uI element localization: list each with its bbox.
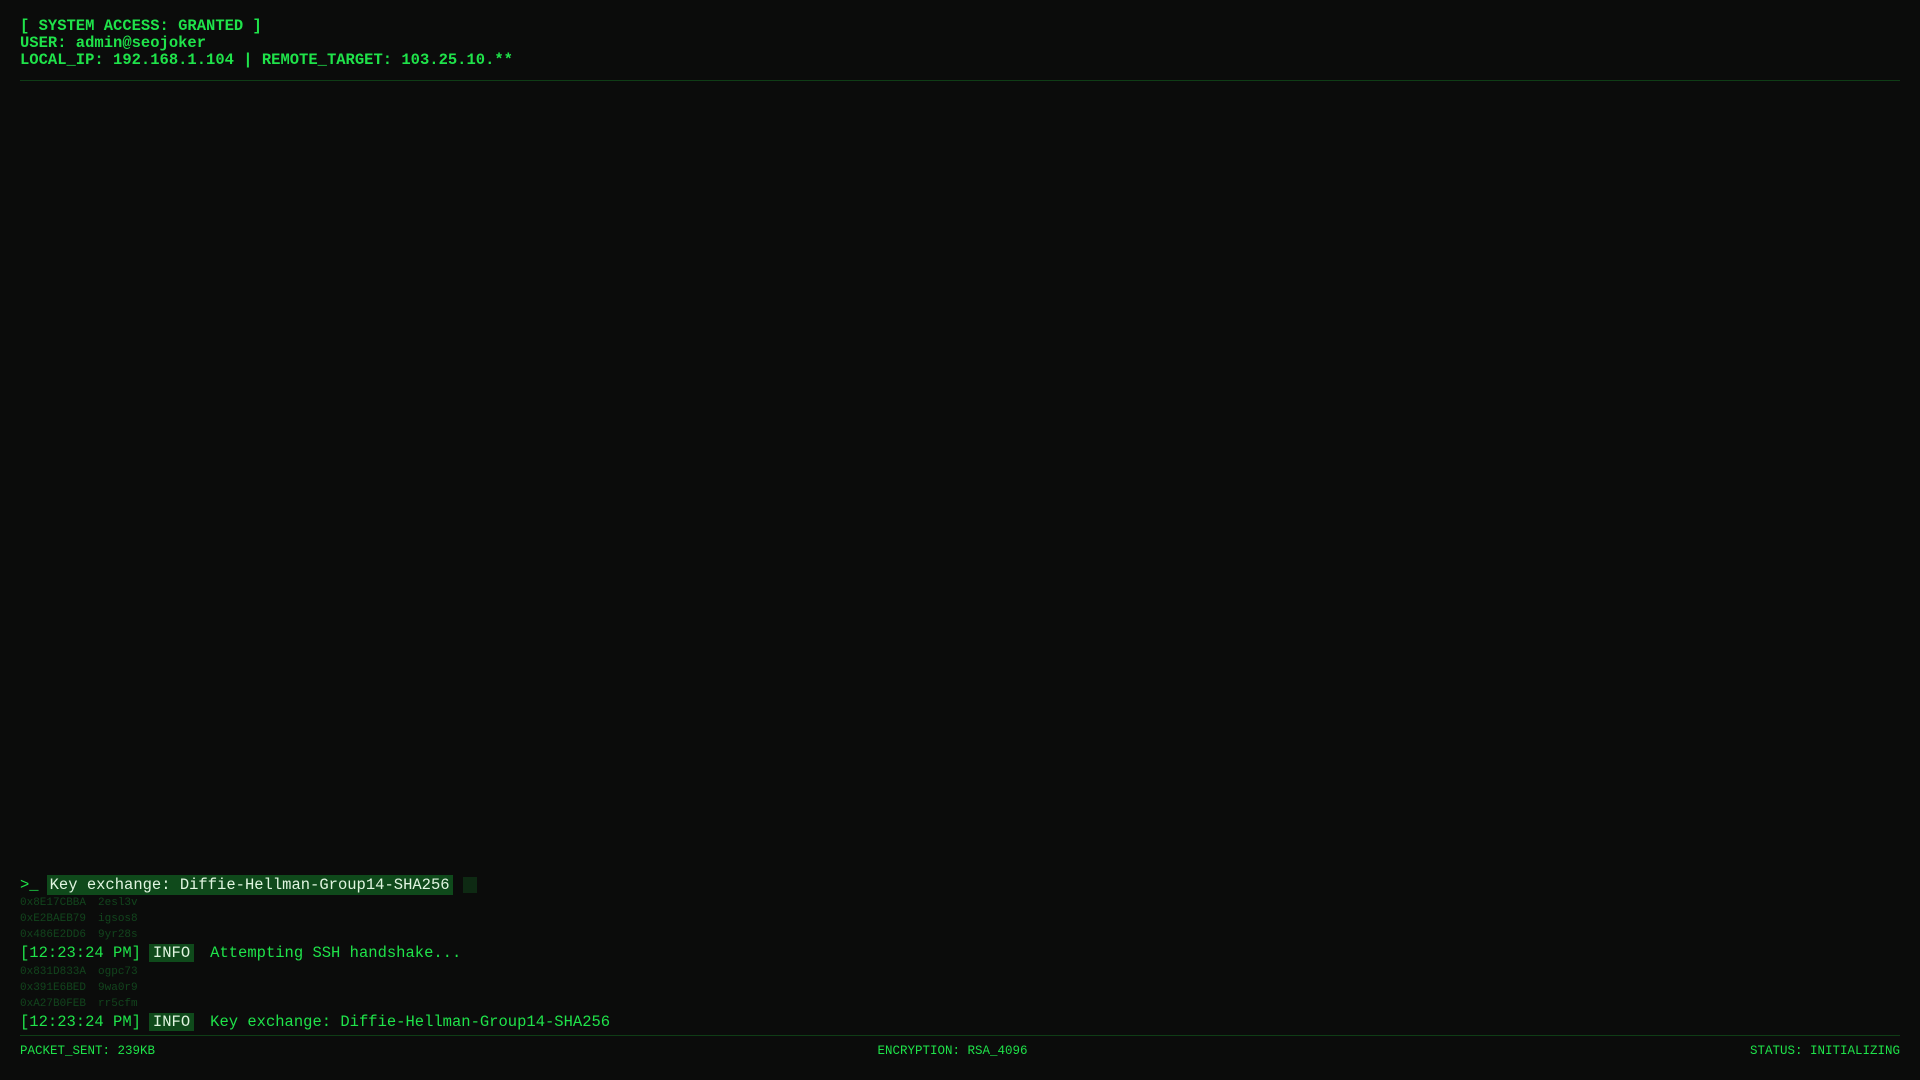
encryption-info: ENCRYPTION: RSA_4096 bbox=[877, 1044, 1028, 1058]
system-header: [ SYSTEM ACCESS: GRANTED ] USER: admin@s… bbox=[20, 18, 1900, 69]
ip-info: LOCAL_IP: 192.168.1.104 | REMOTE_TARGET:… bbox=[20, 51, 513, 69]
prompt-icon: >_ bbox=[20, 876, 39, 894]
log-message: Attempting SSH handshake... bbox=[210, 944, 462, 962]
log-message: Key exchange: Diffie-Hellman-Group14-SHA… bbox=[210, 1013, 611, 1031]
hex-line: 0xE2BAEB79 igsos8 bbox=[20, 913, 138, 925]
current-command: Key exchange: Diffie-Hellman-Group14-SHA… bbox=[46, 875, 453, 895]
cursor-block bbox=[462, 877, 477, 893]
connection-status: STATUS: INITIALIZING bbox=[1749, 1044, 1900, 1058]
terminal-log: >_ Key exchange: Diffie-Hellman-Group14-… bbox=[20, 875, 1900, 1033]
access-status: [ SYSTEM ACCESS: GRANTED ] bbox=[20, 17, 262, 35]
hex-line: 0x8E17CBBA 2esl3v bbox=[20, 897, 138, 909]
log-time: [12:23:24 PM] bbox=[20, 944, 141, 962]
hex-line: 0xA27B0FEB rr5cfm bbox=[20, 998, 138, 1010]
hex-line: 0x831D833A ogpc73 bbox=[20, 966, 138, 978]
footer-divider bbox=[20, 1035, 1900, 1036]
hex-line: 0x391E6BED 9wa0r9 bbox=[20, 982, 138, 994]
user-info: USER: admin@seojoker bbox=[20, 34, 207, 52]
command-prompt[interactable]: >_ Key exchange: Diffie-Hellman-Group14-… bbox=[20, 875, 1900, 895]
status-bar: PACKET_SENT: 239KB ENCRYPTION: RSA_4096 … bbox=[20, 1044, 1900, 1058]
log-entry: [12:23:24 PM] INFO Attempting SSH handshak… bbox=[20, 943, 1900, 964]
hex-line: 0x486E2DD6 9yr28s bbox=[20, 929, 138, 941]
header-divider bbox=[20, 80, 1900, 81]
log-time: [12:23:24 PM] bbox=[20, 1013, 141, 1031]
log-level-badge: INFO bbox=[148, 944, 195, 962]
packets-sent: PACKET_SENT: 239KB bbox=[20, 1044, 156, 1058]
log-level-badge: INFO bbox=[148, 1013, 195, 1031]
log-entry: [12:23:24 PM] INFO Key exchange: Diffie-He… bbox=[20, 1012, 1900, 1033]
